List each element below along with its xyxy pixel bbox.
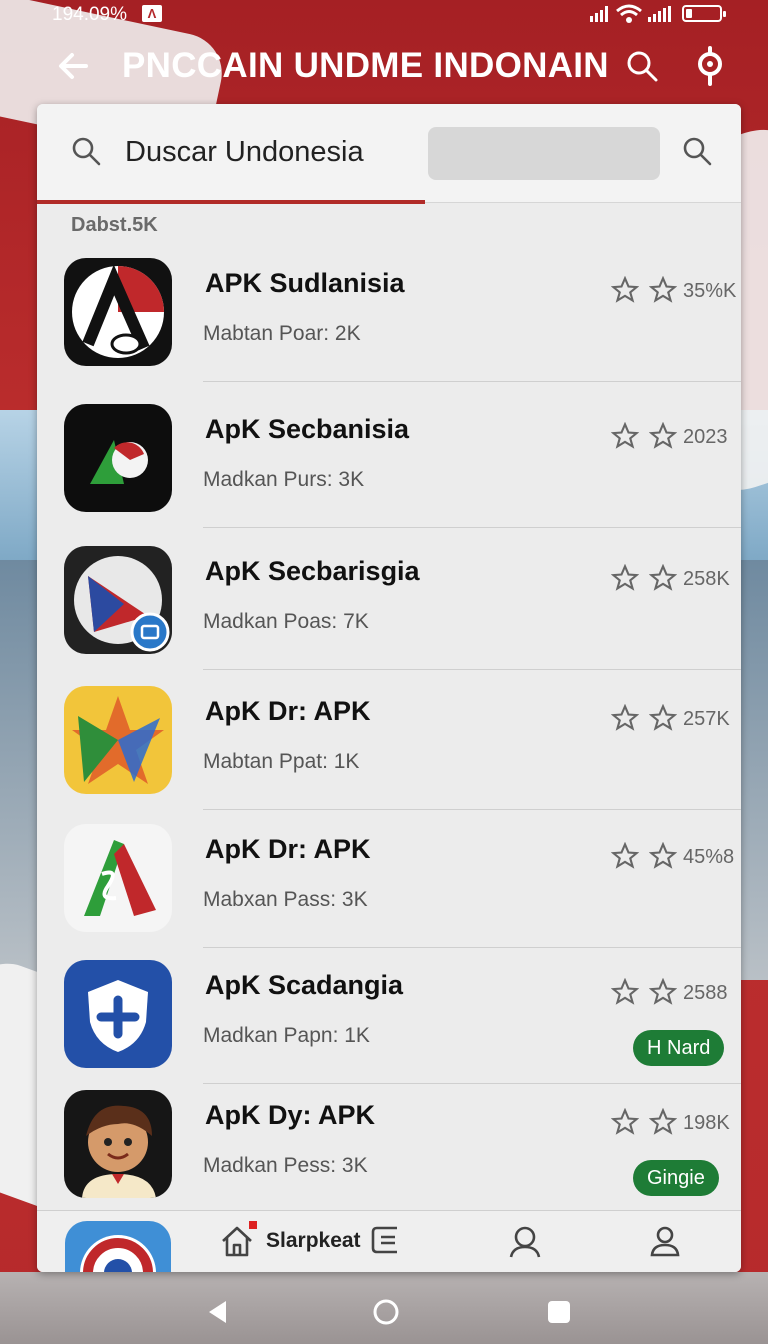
star-icon[interactable] [649,842,677,870]
location-icon[interactable] [692,46,728,86]
signal-icon [590,6,608,22]
app-subtitle: Madkan Purs: 3K [203,468,365,491]
search-icon [72,137,101,166]
app-name: ApK Secbarisgia [205,556,420,586]
app-subtitle: Mabtan Poar: 2K [203,322,361,345]
results-card: Duscar Undonesia Dabst.5K APK Sudlanisia… [37,104,741,1272]
section-label: Dabst.5K [71,214,158,236]
app-name: ApK Dr: APK [205,696,371,726]
app-icon [64,258,172,366]
app-icon [64,404,172,512]
rating-stars [611,276,677,304]
list-item[interactable]: APK Sudlanisia Mabtan Poar: 2K 35%K [37,244,741,382]
app-name: ApK Scadangia [205,970,404,1000]
search-user-icon[interactable] [507,1223,543,1259]
list-tab-icon[interactable] [369,1223,403,1257]
app-icon [64,686,172,794]
back-arrow-icon[interactable] [54,46,94,86]
search-input[interactable]: Duscar Undonesia [125,136,364,169]
download-count: 45%8 [683,846,735,868]
rating-stars [611,704,677,732]
system-nav-bar [0,1282,768,1344]
download-count: 258K [683,568,730,590]
list-item[interactable]: ApK Secbarisgia Madkan Poas: 7K 258K [37,532,741,670]
star-icon[interactable] [649,422,677,450]
list-item[interactable]: ApK Scadangia Madkan Papn: 1K 2588 H Nar… [37,946,741,1084]
search-icon[interactable] [624,48,660,84]
tab-home-label[interactable]: Slarpkeat [266,1229,361,1253]
wifi-icon [616,4,642,23]
star-icon[interactable] [611,978,639,1006]
status-badge[interactable]: Gingie [633,1160,719,1196]
signal-icon [648,6,671,22]
app-subtitle: Mabxan Pass: 3K [203,888,368,911]
battery-icon [682,5,726,22]
app-name: ApK Secbanisia [205,414,410,444]
app-subtitle: Madkan Poas: 7K [203,610,369,633]
app-subtitle: Madkan Pess: 3K [203,1154,368,1177]
download-count: 198K [683,1112,730,1134]
rating-stars [611,422,677,450]
search-bar: Duscar Undonesia [37,104,741,204]
star-icon[interactable] [649,978,677,1006]
search-filter-field[interactable] [428,127,660,180]
rating-stars [611,1108,677,1136]
app-subtitle: Madkan Papn: 1K [203,1024,370,1047]
battery-percent: 194.09% [52,4,128,25]
active-tab-indicator [37,200,425,204]
app-subtitle: Mabtan Ppat: 1K [203,750,360,773]
rating-stars [611,978,677,1006]
download-count: 2023 [683,426,728,448]
star-icon[interactable] [649,704,677,732]
star-icon[interactable] [649,1108,677,1136]
status-badge[interactable]: H Nard [633,1030,725,1066]
rating-stars [611,842,677,870]
star-icon[interactable] [611,276,639,304]
app-icon [64,824,172,932]
app-icon [64,546,172,654]
star-icon[interactable] [611,704,639,732]
star-icon[interactable] [611,842,639,870]
app-icon [64,960,172,1068]
app-icon [65,1221,171,1272]
star-icon[interactable] [611,1108,639,1136]
download-count: 35%K [683,280,737,302]
app-name: ApK Dy: APK [205,1100,376,1130]
star-icon[interactable] [649,276,677,304]
list-item[interactable]: ApK Dr: APK Mabxan Pass: 3K 45%8 [37,810,741,948]
page-title: PNCCAIN UNDME INDONAIN [122,46,609,85]
profile-icon[interactable] [647,1223,683,1259]
recents-nav-icon[interactable] [545,1298,573,1326]
notification-dot [249,1221,257,1229]
app-bar: PNCCAIN UNDME INDONAIN [0,36,768,100]
list-item[interactable]: ApK Secbanisia Madkan Purs: 3K 2023 [37,390,741,528]
download-count: 257K [683,708,730,730]
notification-app-icon: Λ [142,5,162,22]
app-name: ApK Dr: APK [205,834,371,864]
star-icon[interactable] [649,564,677,592]
download-count: 2588 [683,982,728,1004]
list-item[interactable]: ApK Dy: APK Madkan Pess: 3K 198K Gingie [37,1076,741,1214]
home-nav-icon[interactable] [372,1298,400,1326]
app-icon [64,1090,172,1198]
star-icon[interactable] [611,564,639,592]
rating-stars [611,564,677,592]
app-name: APK Sudlanisia [205,268,405,298]
bottom-tab-bar: Slarpkeat [37,1210,741,1272]
star-icon[interactable] [611,422,639,450]
back-nav-icon[interactable] [204,1298,232,1326]
list-item[interactable]: ApK Dr: APK Mabtan Ppat: 1K 257K [37,672,741,810]
search-submit-icon[interactable] [682,136,712,166]
status-bar: 194.09% Λ [0,0,768,32]
